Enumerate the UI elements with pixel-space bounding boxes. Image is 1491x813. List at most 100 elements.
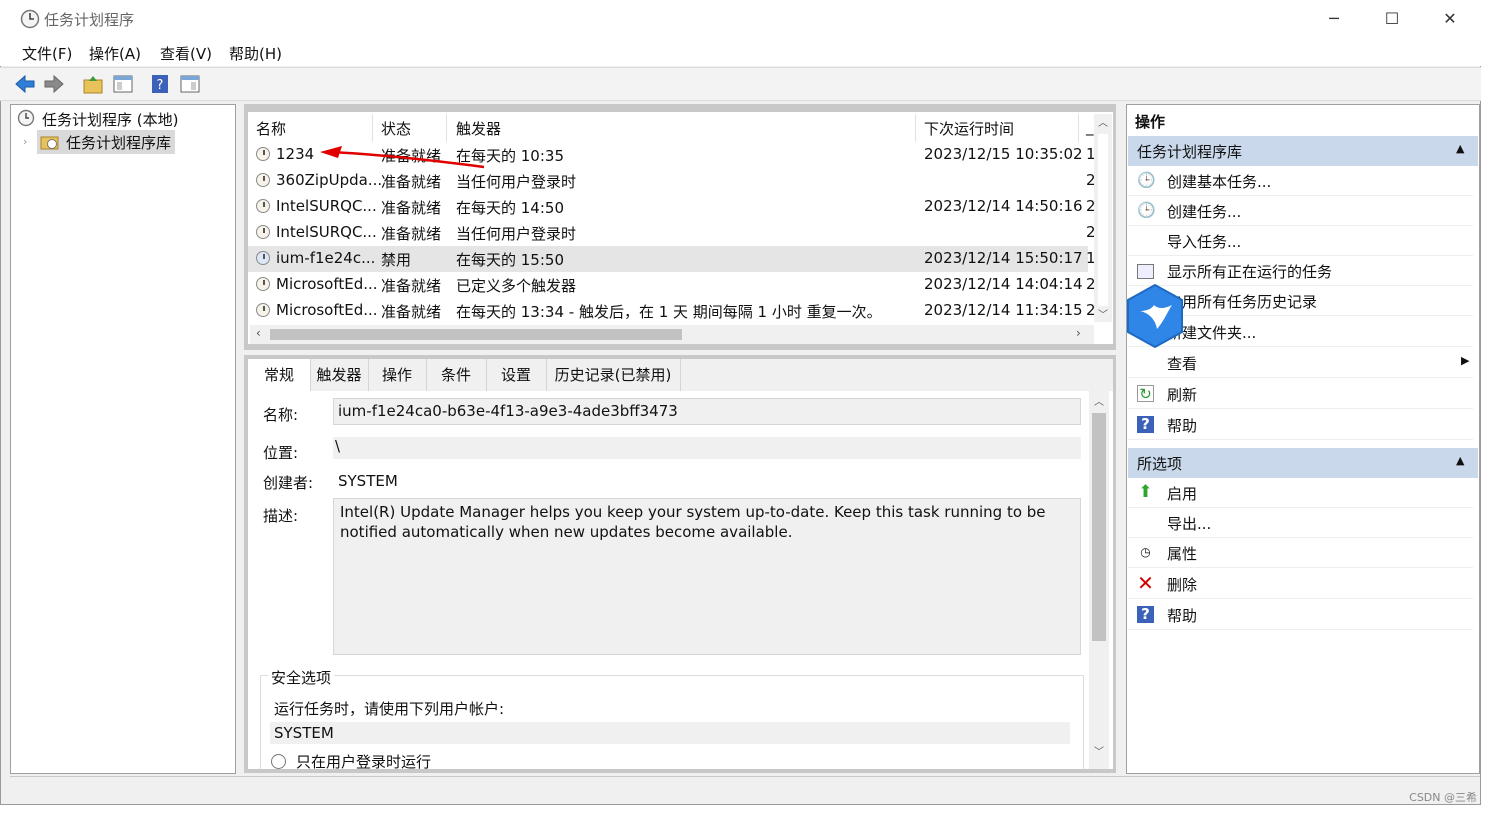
- action-create-task[interactable]: 🕒 创建任务...: [1128, 196, 1473, 226]
- table-row[interactable]: IntelSURQC... 准备就绪 当任何用户登录时 2: [248, 220, 1096, 246]
- run-as-label: 运行任务时，请使用下列用户帐户:: [274, 700, 505, 718]
- action-show-running[interactable]: 显示所有正在运行的任务: [1128, 256, 1473, 286]
- actions-header: 操作: [1135, 113, 1166, 131]
- col-header-status[interactable]: 状态: [381, 118, 411, 139]
- menu-view[interactable]: 查看(V): [160, 43, 212, 64]
- action-help[interactable]: ? 帮助: [1128, 410, 1473, 440]
- tree-item-library[interactable]: 任务计划程序库: [37, 130, 175, 154]
- table-row-selected[interactable]: ium-f1e24c... 禁用 在每天的 15:50 2023/12/14 1…: [248, 246, 1096, 272]
- cell-name: MicrosoftEd...: [276, 301, 378, 319]
- table-row[interactable]: MicrosoftEd... 准备就绪 在每天的 13:34 - 触发后，在 1…: [248, 298, 1096, 324]
- col-divider[interactable]: [1078, 114, 1079, 142]
- scroll-left-icon[interactable]: ‹: [256, 326, 261, 340]
- list-horizontal-scrollbar[interactable]: ‹ ›: [250, 325, 1094, 344]
- scroll-thumb[interactable]: [1092, 413, 1106, 641]
- table-row[interactable]: MicrosoftEd... 准备就绪 已定义多个触发器 2023/12/14 …: [248, 272, 1096, 298]
- running-tasks-icon: [1137, 264, 1154, 279]
- scroll-track[interactable]: [1098, 134, 1108, 306]
- table-row[interactable]: IntelSURQC... 准备就绪 在每天的 14:50 2023/12/14…: [248, 194, 1096, 220]
- scroll-up-icon[interactable]: ︿: [1098, 114, 1108, 129]
- section-selected-header[interactable]: 所选项 ▲: [1128, 448, 1478, 478]
- scroll-right-icon[interactable]: ›: [1076, 326, 1081, 340]
- floating-bird-app-icon[interactable]: [1124, 283, 1186, 349]
- cell-name: 360ZipUpda...: [276, 171, 383, 189]
- action-label: 删除: [1167, 576, 1198, 594]
- cell-status: 准备就绪: [381, 303, 442, 321]
- location-field[interactable]: \: [333, 437, 1081, 459]
- folder-up-icon[interactable]: [82, 73, 104, 95]
- action-delete[interactable]: ✕ 删除: [1128, 569, 1473, 599]
- close-button[interactable]: ✕: [1421, 0, 1479, 38]
- run-as-account-field[interactable]: SYSTEM: [270, 722, 1070, 744]
- section-library-header[interactable]: 任务计划程序库 ▲: [1128, 136, 1478, 166]
- show-hide-tree-icon[interactable]: [112, 73, 134, 95]
- col-header-next-run[interactable]: 下次运行时间: [924, 118, 1014, 139]
- scroll-up-icon[interactable]: ︿: [1094, 393, 1104, 408]
- action-view[interactable]: 查看 ▶: [1128, 348, 1473, 378]
- action-properties[interactable]: ◷ 属性: [1128, 538, 1473, 568]
- col-divider[interactable]: [446, 114, 447, 142]
- collapse-up-icon[interactable]: ▲: [1456, 454, 1464, 467]
- menu-action[interactable]: 操作(A): [89, 43, 141, 64]
- tab-settings[interactable]: 设置: [486, 359, 547, 391]
- list-vertical-scrollbar[interactable]: ︿ ﹀: [1094, 114, 1112, 322]
- cell-status: 准备就绪: [381, 173, 442, 191]
- back-arrow-icon[interactable]: [14, 73, 36, 95]
- action-label: 创建任务...: [1167, 203, 1242, 221]
- window-title: 任务计划程序: [44, 11, 135, 29]
- action-create-basic-task[interactable]: 🕒 创建基本任务...: [1128, 166, 1473, 196]
- col-divider[interactable]: [372, 114, 373, 142]
- show-action-pane-icon[interactable]: [179, 73, 201, 95]
- action-label: 帮助: [1167, 607, 1198, 625]
- scroll-down-icon[interactable]: ﹀: [1098, 306, 1108, 321]
- cell-next-run: 2023/12/14 14:04:14: [924, 275, 1083, 293]
- location-label: 位置:: [263, 444, 299, 462]
- collapse-up-icon[interactable]: ▲: [1456, 142, 1464, 155]
- cell-trigger: 在每天的 13:34 - 触发后，在 1 天 期间每隔 1 小时 重复一次。: [456, 303, 882, 321]
- detail-vertical-scrollbar[interactable]: ︿ ﹀: [1089, 391, 1109, 769]
- action-export[interactable]: 导出...: [1128, 508, 1473, 538]
- action-import-task[interactable]: 导入任务...: [1128, 226, 1473, 256]
- clock-icon: [256, 199, 270, 213]
- tab-triggers[interactable]: 触发器: [310, 359, 369, 391]
- action-enable[interactable]: ⬆ 启用: [1128, 478, 1473, 508]
- task-name-field[interactable]: ium-f1e24ca0-b63e-4f13-a9e3-4ade3bff3473: [333, 398, 1081, 425]
- radio-logged-on-only[interactable]: [271, 754, 286, 769]
- menu-file[interactable]: 文件(F): [22, 43, 72, 64]
- scroll-down-icon[interactable]: ﹀: [1094, 743, 1104, 758]
- menu-help[interactable]: 帮助(H): [229, 43, 282, 64]
- table-row[interactable]: 360ZipUpda... 准备就绪 当任何用户登录时 2: [248, 168, 1096, 194]
- minimize-button[interactable]: ─: [1305, 0, 1363, 38]
- section-selected-title: 所选项: [1137, 455, 1183, 473]
- cell-trigger: 在每天的 15:50: [456, 251, 564, 269]
- action-refresh[interactable]: ↻ 刷新: [1128, 379, 1473, 409]
- radio-logged-on-label: 只在用户登录时运行: [296, 753, 432, 769]
- tab-history[interactable]: 历史记录(已禁用): [546, 359, 681, 391]
- col-header-last[interactable]: _: [1086, 118, 1094, 136]
- scroll-thumb[interactable]: [270, 329, 682, 340]
- expand-chevron-icon[interactable]: ›: [23, 135, 27, 148]
- tab-conditions[interactable]: 条件: [426, 359, 487, 391]
- author-label: 创建者:: [263, 474, 314, 492]
- action-label: 导入任务...: [1167, 233, 1242, 251]
- watermark: CSDN @三希: [1409, 791, 1477, 804]
- cell-status: 准备就绪: [381, 199, 442, 217]
- refresh-icon: ↻: [1137, 385, 1154, 403]
- help-icon[interactable]: ?: [149, 73, 171, 95]
- delete-x-icon: ✕: [1137, 571, 1154, 595]
- tree-root-label[interactable]: 任务计划程序 (本地): [42, 109, 178, 130]
- cell-next-run: 2023/12/15 10:35:02: [924, 145, 1083, 163]
- cell-trigger: 在每天的 14:50: [456, 199, 564, 217]
- maximize-button[interactable]: ☐: [1363, 0, 1421, 38]
- navigation-tree: 任务计划程序 (本地) › 任务计划程序库: [10, 104, 236, 774]
- create-task-icon: 🕒: [1137, 201, 1156, 219]
- forward-arrow-icon[interactable]: [43, 73, 65, 95]
- col-header-name[interactable]: 名称: [256, 118, 286, 139]
- tab-actions[interactable]: 操作: [368, 359, 427, 391]
- action-help-selected[interactable]: ? 帮助: [1128, 600, 1473, 630]
- description-field[interactable]: Intel(R) Update Manager helps you keep y…: [333, 498, 1081, 655]
- col-header-trigger[interactable]: 触发器: [456, 118, 501, 139]
- tab-general[interactable]: 常规: [248, 359, 311, 391]
- action-label: 属性: [1167, 545, 1198, 563]
- col-divider[interactable]: [915, 114, 916, 142]
